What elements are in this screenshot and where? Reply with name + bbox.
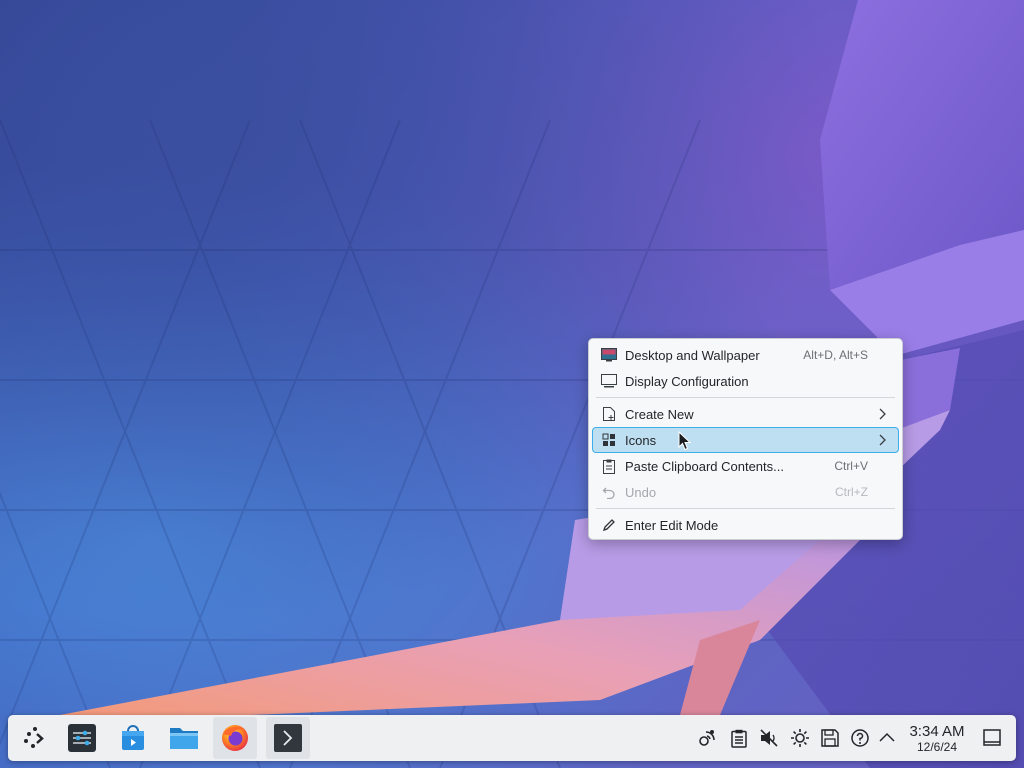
- new-file-icon: [601, 406, 617, 422]
- pencil-icon: [601, 517, 617, 533]
- volume-muted-icon[interactable]: [759, 728, 779, 748]
- firefox-button[interactable]: [213, 717, 257, 759]
- menu-label: Paste Clipboard Contents...: [625, 458, 784, 474]
- mouse-cursor-icon: [678, 431, 692, 451]
- desktop-wallpaper-icon: [601, 347, 617, 363]
- menu-item-create-new[interactable]: Create New: [592, 401, 899, 427]
- undo-icon: [601, 484, 617, 500]
- menu-shortcut: Alt+D, Alt+S: [803, 348, 868, 362]
- menu-label: Create New: [625, 406, 694, 422]
- clipboard-icon: [601, 458, 617, 474]
- store-bag-icon: [122, 725, 144, 750]
- brightness-icon[interactable]: [790, 728, 810, 748]
- menu-shortcut: Ctrl+Z: [835, 485, 868, 499]
- menu-item-display-configuration[interactable]: Display Configuration: [592, 368, 899, 394]
- desktop-context-menu: Desktop and Wallpaper Alt+D, Alt+S Displ…: [588, 338, 903, 540]
- menu-item-undo[interactable]: Undo Ctrl+Z: [592, 479, 899, 505]
- chevron-right-icon: [879, 434, 886, 446]
- discover-button[interactable]: [111, 717, 155, 759]
- terminal-icon: [274, 724, 302, 752]
- taskbar-panel: 3:34 AM 12/6/24: [8, 715, 1016, 761]
- expand-tray-icon[interactable]: [877, 728, 897, 748]
- settings-sliders-icon: [68, 724, 96, 752]
- desktop[interactable]: Desktop and Wallpaper Alt+D, Alt+S Displ…: [0, 0, 1024, 768]
- folder-icon: [170, 728, 198, 749]
- menu-item-desktop-wallpaper[interactable]: Desktop and Wallpaper Alt+D, Alt+S: [592, 342, 899, 368]
- menu-item-icons[interactable]: Icons: [592, 427, 899, 453]
- disks-icon[interactable]: [820, 728, 840, 748]
- application-launcher-button[interactable]: [12, 717, 56, 759]
- clipboard-tray-icon[interactable]: [729, 728, 749, 748]
- show-desktop-icon[interactable]: [982, 728, 1002, 748]
- menu-separator: [596, 397, 895, 398]
- menu-shortcut: Ctrl+V: [834, 459, 868, 473]
- digital-clock[interactable]: 3:34 AM 12/6/24: [904, 723, 970, 754]
- system-settings-button[interactable]: [60, 717, 104, 759]
- kde-launcher-icon: [24, 727, 44, 748]
- menu-separator: [596, 508, 895, 509]
- menu-label: Display Configuration: [625, 373, 749, 389]
- dolphin-file-manager-button[interactable]: [162, 717, 206, 759]
- clock-date: 12/6/24: [916, 740, 958, 754]
- chevron-right-icon: [879, 408, 886, 420]
- menu-item-paste-clipboard[interactable]: Paste Clipboard Contents... Ctrl+V: [592, 453, 899, 479]
- konsole-button[interactable]: [266, 717, 310, 759]
- network-icon[interactable]: [698, 728, 718, 748]
- firefox-icon: [222, 725, 248, 751]
- menu-label: Desktop and Wallpaper: [625, 347, 760, 363]
- icons-grid-icon: [601, 432, 617, 448]
- menu-label: Icons: [625, 432, 657, 448]
- clock-time: 3:34 AM: [909, 723, 965, 740]
- menu-label: Enter Edit Mode: [625, 517, 719, 533]
- help-icon[interactable]: [850, 728, 870, 748]
- monitor-icon: [601, 373, 617, 389]
- menu-item-enter-edit-mode[interactable]: Enter Edit Mode: [592, 512, 899, 538]
- menu-label: Undo: [625, 484, 657, 500]
